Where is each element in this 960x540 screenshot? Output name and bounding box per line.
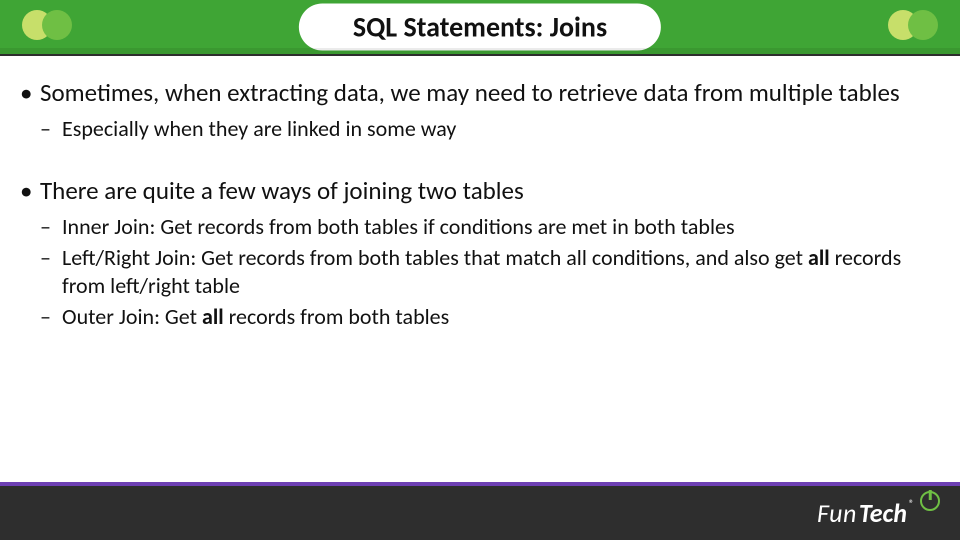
footer-bar: FunTech ®	[0, 486, 960, 540]
sub-3-suffix: records from both tables	[224, 303, 450, 330]
power-icon	[920, 491, 940, 511]
sub-1-text: Inner Join: Get records from both tables…	[62, 213, 735, 240]
bullet-2: There are quite a few ways of joining tw…	[18, 176, 942, 331]
bullet-2-sub-1: Inner Join: Get records from both tables…	[40, 213, 942, 241]
logo-part-fun: Fun	[817, 497, 857, 529]
bullet-2-text: There are quite a few ways of joining tw…	[40, 175, 524, 206]
sub-2-bold: all	[808, 244, 830, 271]
header-banner: SQL Statements: Joins	[0, 0, 960, 56]
bullet-1-text: Sometimes, when extracting data, we may …	[40, 77, 900, 108]
sub-2-prefix: Left/Right Join: Get records from both t…	[62, 244, 808, 271]
sub-3-bold: all	[202, 303, 224, 330]
decorative-circles-right	[888, 10, 938, 40]
slide-body: Sometimes, when extracting data, we may …	[0, 56, 960, 331]
funtech-logo: FunTech ®	[817, 497, 940, 529]
slide-title: SQL Statements: Joins	[299, 4, 661, 51]
bullet-2-sub-2: Left/Right Join: Get records from both t…	[40, 244, 942, 299]
logo-registered: ®	[909, 497, 914, 510]
decorative-circles-left	[22, 10, 72, 40]
bullet-1: Sometimes, when extracting data, we may …	[18, 78, 942, 142]
logo-part-tech: Tech	[859, 497, 907, 529]
bullet-2-sub-3: Outer Join: Get all records from both ta…	[40, 303, 942, 331]
sub-3-prefix: Outer Join: Get	[62, 303, 202, 330]
bullet-1-sub-1: Especially when they are linked in some …	[40, 115, 942, 143]
